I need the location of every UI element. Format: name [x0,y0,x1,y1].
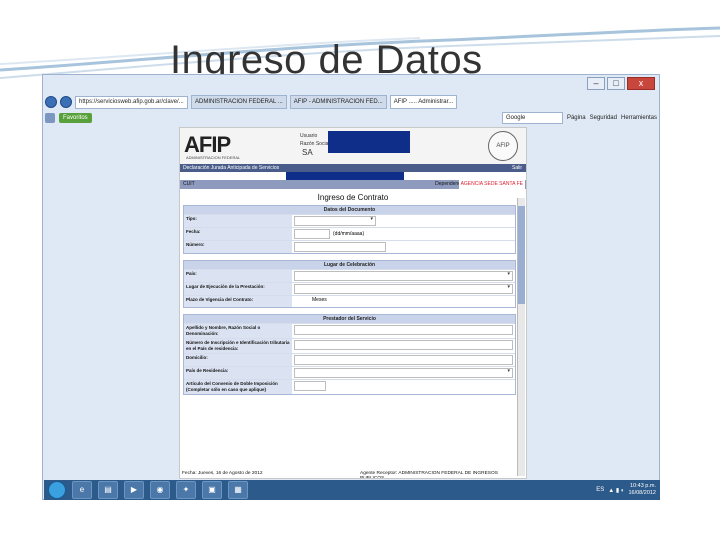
form-row: Artículo del Convenio de Doble Imposició… [184,379,515,394]
cuit-label: CUIT [183,181,195,187]
language-indicator[interactable]: ES [596,487,604,493]
form-row: Lugar de Ejecución de la Prestación: [184,282,515,295]
number-input[interactable] [294,242,386,252]
section-location: Lugar de Celebración País: Lugar de Ejec… [183,260,516,308]
start-button-icon[interactable] [48,481,66,499]
date-input[interactable] [294,229,330,239]
field-label: Tipo: [184,215,292,227]
home-icon[interactable] [45,113,55,123]
scrollbar[interactable] [517,198,525,476]
residence-country-select[interactable] [294,368,513,378]
date-format-hint: (dd/mm/aaaa) [333,231,365,237]
page-menu[interactable]: Página [567,115,586,121]
field-label: Número: [184,241,292,253]
minimize-button[interactable]: – [587,77,605,90]
field-label: Apellido y Nombre, Razón Social o Denomi… [184,324,292,338]
user-line-1: Usuario [300,133,318,139]
folder-taskbar-icon[interactable]: ▤ [98,481,118,499]
close-button[interactable]: x [627,77,655,90]
ie-taskbar-icon[interactable]: e [72,481,92,499]
service-title-bar: Declaración Jurada Anticipada de Servici… [180,164,526,184]
section-document: Datos del Documento Tipo: Fecha: (dd/mm/… [183,205,516,254]
tipo-select[interactable] [294,216,376,226]
exit-link[interactable]: Salir [512,164,522,172]
afip-seal-icon: AFIP [488,131,518,161]
form-title: Ingreso de Contrato [317,193,389,202]
field-label: Lugar de Ejecución de la Prestación: [184,283,292,295]
chrome-taskbar-icon[interactable]: ◉ [150,481,170,499]
form-row: País: [184,269,515,282]
powerpoint-taskbar-icon[interactable]: ▣ [202,481,222,499]
field-label: Domicilio: [184,354,292,366]
section-title: Prestador del Servicio [184,315,515,323]
browser-tab-1[interactable]: ADMINISTRACION FEDERAL ... [191,95,287,109]
redacted-user-block [328,131,410,153]
dependency-value: AGENCIA SEDE SANTA FE [458,180,525,189]
cuit-row: CUIT Dependencia: AGENCIA SEDE SANTA FE [180,180,526,189]
form-row: Domicilio: [184,353,515,366]
favorites-button[interactable]: Favoritos [59,113,92,123]
browser-navbar: https://serviciosweb.afip.gob.ar/clave/.… [45,95,657,109]
user-line-2: Razón Social [300,141,330,147]
treaty-article-input[interactable] [294,381,326,391]
afip-logo-subtitle: ADMINISTRACION FEDERAL [186,155,241,160]
tools-menu[interactable]: Herramientas [621,115,657,121]
clock-time: 10:43 p.m. [630,483,656,489]
field-label: País: [184,270,292,282]
section-title: Datos del Documento [184,206,515,214]
address-input[interactable] [294,355,513,365]
execution-place-select[interactable] [294,284,513,294]
address-bar[interactable]: https://serviciosweb.afip.gob.ar/clave/.… [75,95,188,109]
form-row: Número de Inscripción e Identificación t… [184,338,515,353]
scrollbar-thumb[interactable] [518,206,525,304]
country-select[interactable] [294,271,513,281]
section-provider: Prestador del Servicio Apellido y Nombre… [183,314,516,395]
form-row: Tipo: [184,214,515,227]
browser-tab-3[interactable]: AFIP ..... Administrar... [389,95,458,109]
form-row: Apellido y Nombre, Razón Social o Denomi… [184,323,515,338]
form-row: Fecha: (dd/mm/aaaa) [184,227,515,240]
service-title: Declaración Jurada Anticipada de Servici… [183,165,280,171]
tray-icons[interactable]: ▲ ▮ ◐ [608,487,624,494]
section-title: Lugar de Celebración [184,261,515,269]
search-input[interactable]: Google [501,112,563,124]
months-label: Meses [312,297,327,303]
clock[interactable]: 10:43 p.m. 16/08/2012 [628,483,656,497]
field-label: País de Residencia: [184,367,292,379]
name-input[interactable] [294,325,513,335]
user-info: Usuario Razón Social [300,132,329,148]
browser-window: – □ x https://serviciosweb.afip.gob.ar/c… [42,74,660,500]
field-label: Plazo de Vigencia del Contrato: [184,296,292,307]
field-label: Número de Inscripción e Identificación t… [184,339,292,353]
word-taskbar-icon[interactable]: ▦ [228,481,248,499]
form-footer: Fecha: Jueves, 16 de Agosto de 2012 Agen… [182,471,522,479]
form-row: País de Residencia: [184,366,515,379]
tax-id-input[interactable] [294,340,513,350]
security-menu[interactable]: Seguridad [590,115,617,121]
form-row: Número: [184,240,515,253]
field-label: Fecha: [184,228,292,240]
clock-date: 16/08/2012 [628,490,656,496]
window-controls: – □ x [587,77,655,90]
back-arrow-icon[interactable] [45,96,57,108]
app-taskbar-icon[interactable]: ✦ [176,481,196,499]
footer-date: Fecha: Jueves, 16 de Agosto de 2012 [182,471,263,476]
browser-toolbar: Favoritos Google Página Seguridad Herram… [45,111,657,125]
afip-page: AFIP ADMINISTRACION FEDERAL Usuario Razó… [179,127,527,479]
user-company-suffix: SA [302,148,313,157]
afip-header: AFIP ADMINISTRACION FEDERAL Usuario Razó… [180,128,526,164]
system-tray: ES ▲ ▮ ◐ 10:43 p.m. 16/08/2012 [596,483,660,497]
field-label: Artículo del Convenio de Doble Imposició… [184,380,292,394]
form-row: Plazo de Vigencia del Contrato: Meses [184,295,515,307]
maximize-button[interactable]: □ [607,77,625,90]
browser-tab-2[interactable]: AFIP - ADMINISTRACION FED... [289,95,387,109]
footer-provider: Agente Receptor: ADMINISTRACION FEDERAL … [360,471,498,479]
media-taskbar-icon[interactable]: ▶ [124,481,144,499]
forward-arrow-icon[interactable] [60,96,72,108]
taskbar: e ▤ ▶ ◉ ✦ ▣ ▦ ES ▲ ▮ ◐ 10:43 p.m. 16/08/… [44,480,660,500]
